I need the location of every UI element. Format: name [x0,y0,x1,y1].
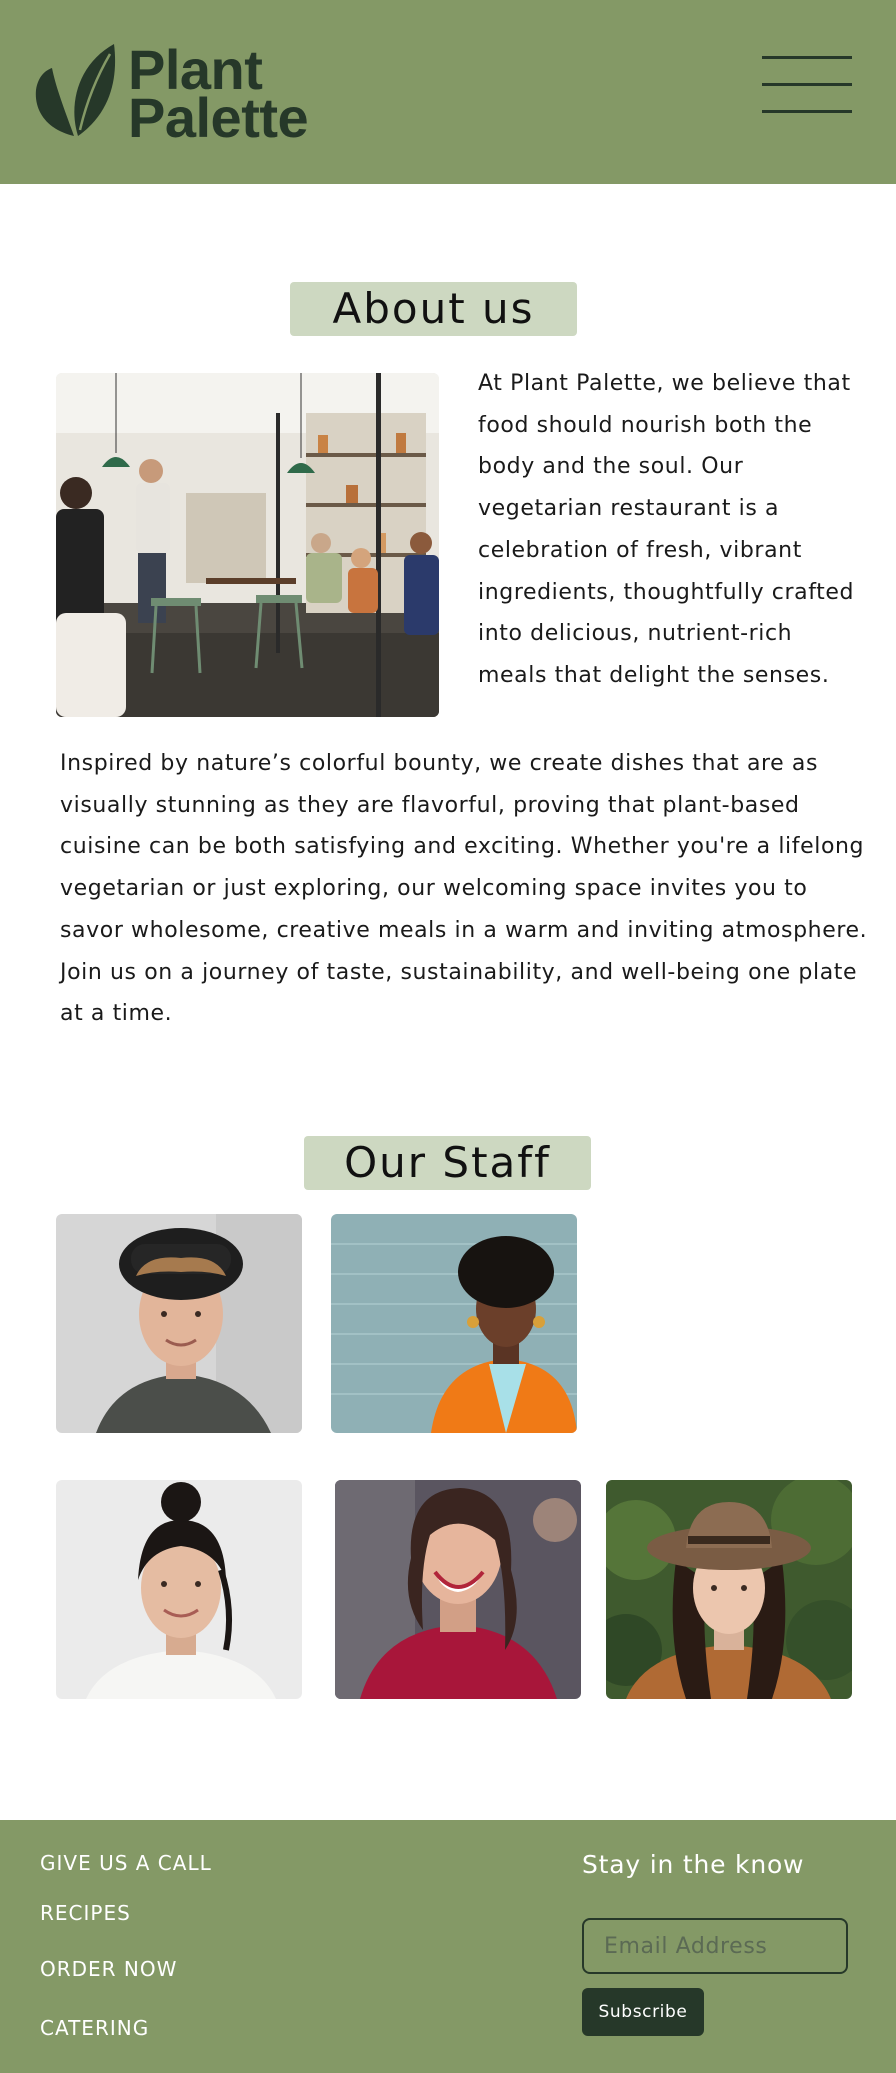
restaurant-interior-photo [56,373,439,717]
email-field[interactable] [582,1918,848,1974]
site-footer: GIVE US A CALL RECIPES ORDER NOW CATERIN… [0,1820,896,2073]
menu-bar [762,110,852,113]
site-header: Plant Palette [0,0,896,184]
about-body-text: Inspired by nature’s colorful bounty, we… [60,751,868,1027]
brand-name-line2: Palette [128,86,309,149]
staff-photo-woman-orange-blazer [331,1214,577,1433]
leaf-icon [35,44,116,136]
menu-bar [762,56,852,59]
brand-name: Plant Palette [128,42,309,149]
staff-photo-woman-white-shirt [56,1480,302,1699]
newsletter-title: Stay in the know [582,1850,805,1879]
hamburger-menu-icon[interactable] [762,56,852,114]
about-intro-text: At Plant Palette, we believe that food s… [478,371,855,688]
menu-bar [762,83,852,86]
logo[interactable]: Plant Palette [34,42,314,152]
footer-link-recipes[interactable]: RECIPES [40,1901,131,1925]
staff-photo-woman-red-sweater [335,1480,581,1699]
footer-link-catering[interactable]: CATERING [40,2016,149,2040]
staff-photo-man-hat [56,1214,302,1433]
about-title: About us [290,282,577,336]
staff-title: Our Staff [304,1136,591,1190]
staff-photo-woman-brown-hat [606,1480,852,1699]
footer-link-call[interactable]: GIVE US A CALL [40,1851,212,1875]
footer-link-order[interactable]: ORDER NOW [40,1957,177,1981]
subscribe-button[interactable]: Subscribe [582,1988,704,2036]
